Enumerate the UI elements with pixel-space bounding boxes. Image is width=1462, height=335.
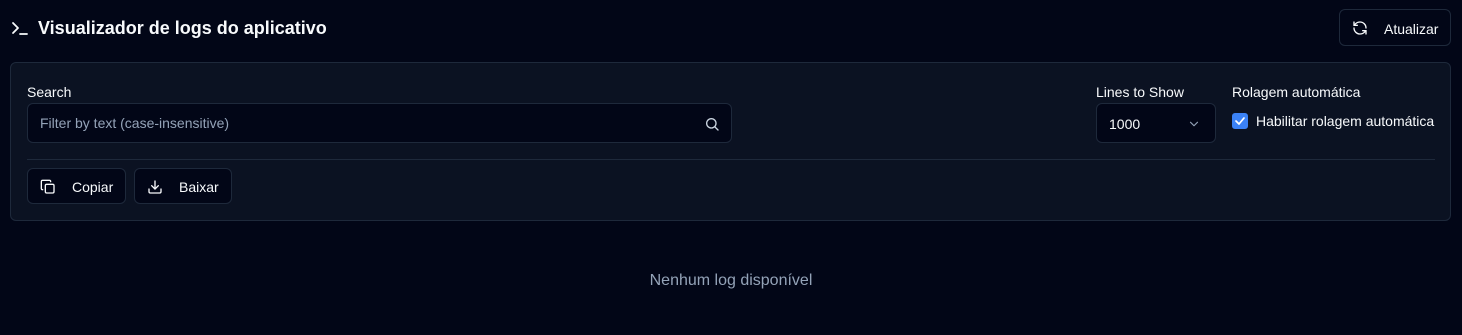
download-icon [147, 179, 163, 195]
download-button[interactable]: Baixar [134, 168, 232, 204]
divider [27, 159, 1435, 160]
refresh-button-label: Atualizar [1384, 21, 1439, 37]
download-button-label: Baixar [179, 179, 219, 195]
check-icon [1235, 117, 1245, 125]
refresh-button[interactable]: Atualizar [1339, 9, 1451, 46]
lines-to-show-value: 1000 [1109, 116, 1141, 132]
autoscroll-checkbox-label[interactable]: Habilitar rolagem automática [1256, 113, 1434, 129]
lines-to-show-select[interactable]: 1000 [1096, 103, 1216, 143]
page-header: Visualizador de logs do aplicativo Atual… [0, 0, 1462, 56]
filter-panel: Search Lines to Show 1000 Rolagem automá… [10, 62, 1451, 221]
autoscroll-label: Rolagem automática [1232, 84, 1361, 100]
empty-log-message: Nenhum log disponível [649, 272, 813, 289]
autoscroll-checkbox[interactable] [1232, 113, 1248, 129]
search-input[interactable] [28, 104, 731, 142]
copy-button-label: Copiar [72, 179, 114, 195]
chevron-down-icon [1187, 117, 1201, 131]
copy-button[interactable]: Copiar [27, 168, 126, 204]
refresh-icon [1352, 20, 1368, 36]
search-label: Search [27, 84, 72, 100]
search-icon [704, 116, 720, 132]
page-title: Visualizador de logs do aplicativo [38, 18, 327, 38]
copy-icon [40, 179, 56, 195]
terminal-icon [11, 19, 29, 37]
lines-to-show-label: Lines to Show [1096, 84, 1184, 100]
search-box [27, 103, 732, 143]
